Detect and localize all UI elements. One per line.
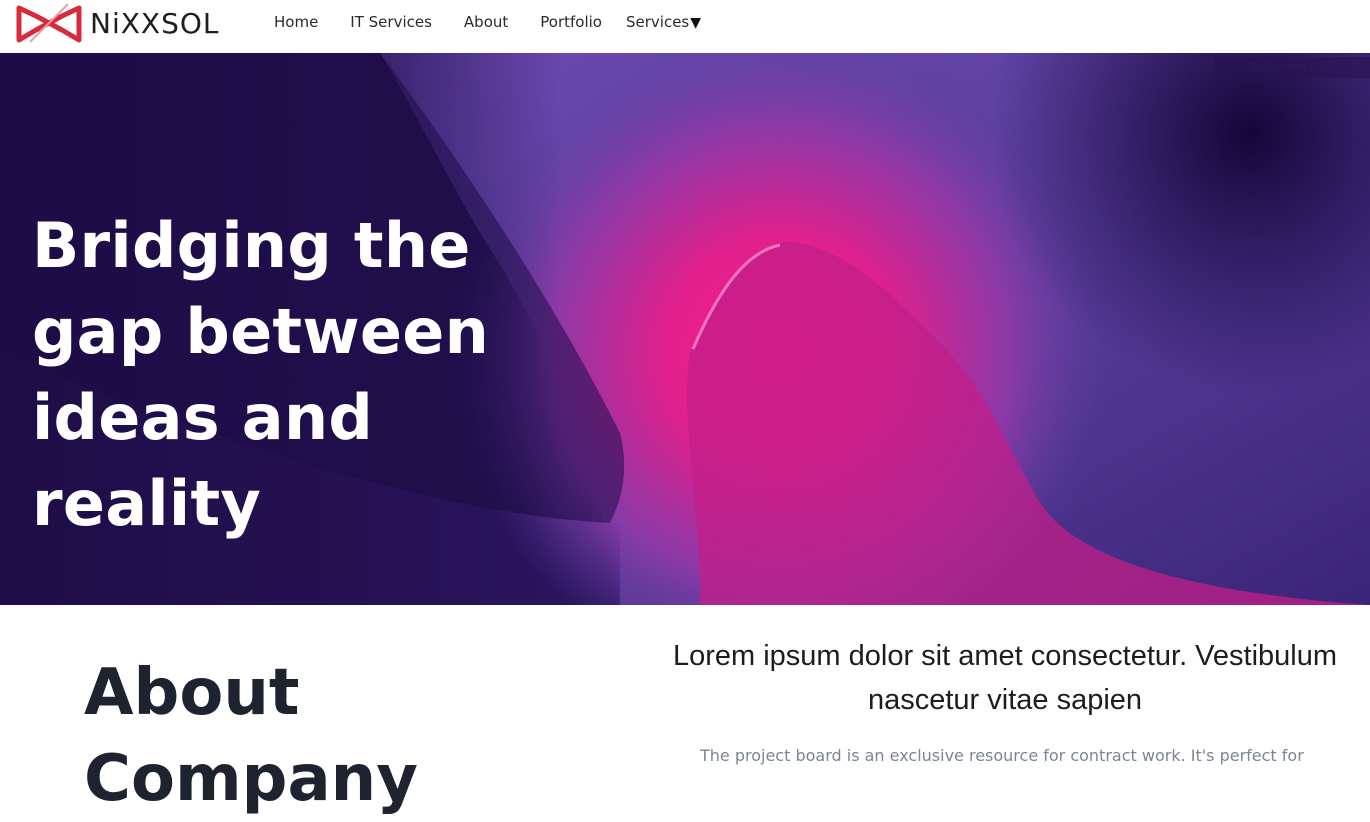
brand-logo[interactable]: NiXXSOL (16, 2, 220, 44)
hero-title: Bridging the gap between ideas and reali… (32, 209, 490, 540)
nav-portfolio[interactable]: Portfolio (524, 13, 618, 31)
nav-it-services[interactable]: IT Services (334, 13, 448, 31)
about-paragraph: The project board is an exclusive resour… (700, 746, 1304, 765)
main-nav: Home IT Services About Portfolio Service… (258, 0, 717, 44)
nav-services-label: Services (625, 13, 690, 31)
logo-mark-icon (16, 3, 82, 43)
nav-home[interactable]: Home (258, 13, 334, 31)
navbar: NiXXSOL Home IT Services About Portfolio… (0, 0, 1370, 53)
about-tagline: Lorem ipsum dolor sit amet consectetur. … (672, 640, 1338, 716)
full-screen-snip-tab[interactable]: Full-screen Snip (1214, 57, 1370, 78)
nav-about[interactable]: About (448, 13, 524, 31)
brand-name: NiXXSOL (90, 6, 220, 40)
caret-down-icon: ▼ (690, 15, 702, 31)
about-heading: About Company (84, 656, 418, 816)
hero-section: Full-screen Snip Bridging the gap betwee… (0, 53, 1370, 605)
nav-services-dropdown[interactable]: Services▼ (618, 13, 717, 31)
